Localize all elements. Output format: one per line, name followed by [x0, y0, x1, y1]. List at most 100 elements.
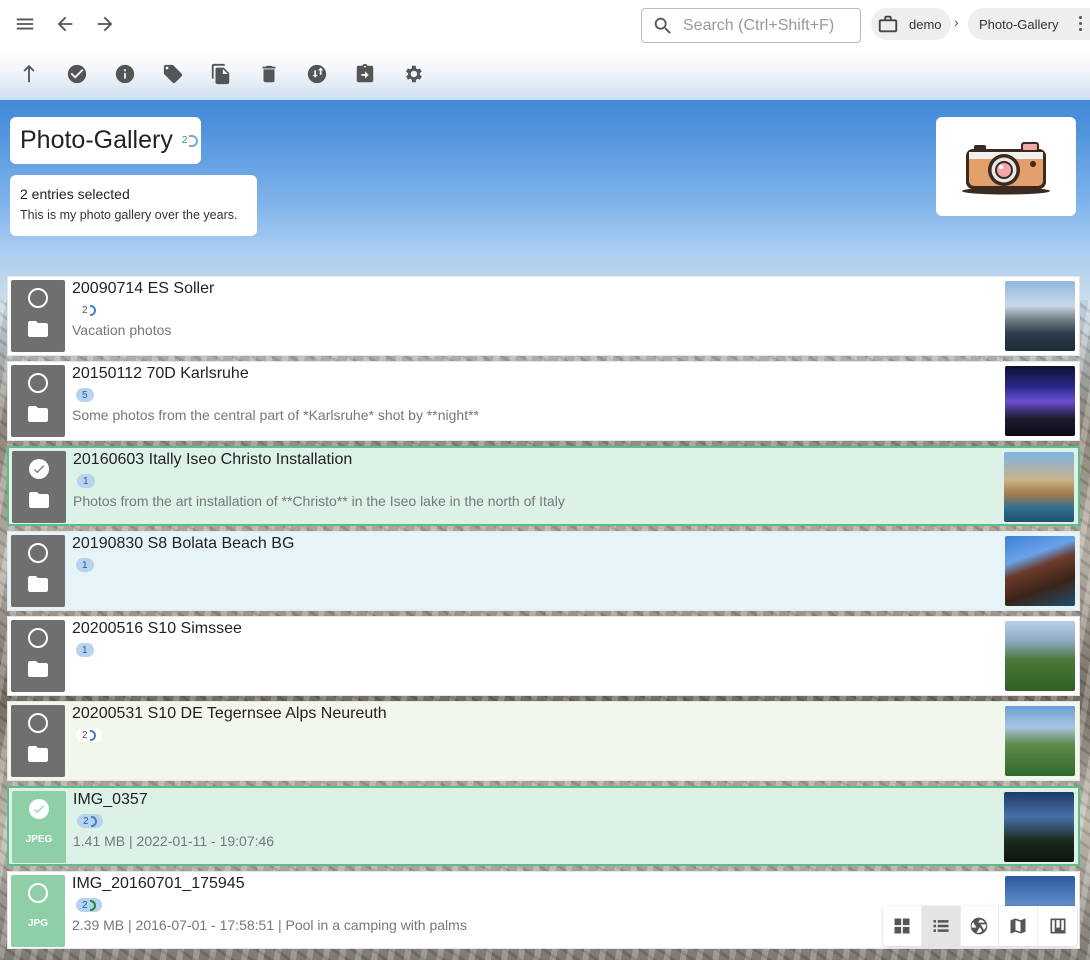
folder-icon: [28, 321, 48, 337]
item-thumbnail[interactable]: [1005, 536, 1075, 606]
gallery-cover[interactable]: [936, 117, 1076, 216]
item-count: 1: [82, 644, 88, 656]
title-count-badge: 2: [181, 134, 199, 147]
folder-row[interactable]: 20150112 70D Karlsruhe 5 Some photos from …: [7, 361, 1080, 441]
select-circle-icon[interactable]: [28, 543, 48, 563]
item-name[interactable]: 20160603 Itally Iseo Christo Installatio…: [73, 451, 352, 469]
file-row[interactable]: JPEG IMG_0357 2 1.41 MB | 2022-01-11 - 19:0…: [7, 786, 1080, 866]
item-count-badge: 2: [76, 728, 102, 742]
menu-icon[interactable]: [11, 10, 39, 38]
aperture-view-icon[interactable]: [961, 906, 1000, 946]
forward-arrow-icon[interactable]: [91, 10, 119, 38]
select-circle-icon[interactable]: [28, 288, 48, 308]
page-title: Photo-Gallery: [20, 126, 173, 154]
item-count: 1: [83, 475, 89, 487]
back-arrow-icon[interactable]: [51, 10, 79, 38]
item-count-badge: 5: [76, 388, 94, 402]
export-icon[interactable]: [351, 60, 379, 88]
item-subtitle: Photos from the art installation of **Ch…: [73, 493, 565, 509]
item-name[interactable]: 20090714 ES Soller: [72, 280, 214, 298]
item-count-badge: 2: [76, 898, 102, 912]
item-count: 1: [82, 559, 88, 571]
item-count: 2: [82, 304, 88, 316]
item-thumbnail[interactable]: [1005, 706, 1075, 776]
kanban-view-icon[interactable]: [1038, 906, 1077, 946]
folder-row[interactable]: 20200531 S10 DE Tegernsee Alps Neureuth 2: [7, 701, 1080, 781]
item-thumbnail[interactable]: [1005, 281, 1075, 351]
select-all-icon[interactable]: [63, 60, 91, 88]
item-count-badge: 2: [77, 814, 103, 828]
item-name[interactable]: 20190830 S8 Bolata Beach BG: [72, 535, 294, 553]
select-circle-icon[interactable]: [28, 713, 48, 733]
briefcase-icon: [878, 15, 898, 33]
folder-tile[interactable]: [11, 365, 65, 437]
item-thumbnail[interactable]: [1005, 621, 1075, 691]
item-subtitle: 1.41 MB | 2022-01-11 - 19:07:46: [73, 833, 275, 849]
toolbar: [0, 50, 1090, 100]
parent-folder-icon[interactable]: [15, 60, 43, 88]
breadcrumb-current-label: Photo-Gallery: [979, 16, 1059, 32]
selection-count: 2 entries selected: [20, 186, 130, 202]
item-name[interactable]: 20150112 70D Karlsruhe: [72, 365, 249, 383]
breadcrumb-root-label: demo: [909, 16, 942, 32]
camera-icon: [962, 141, 1050, 194]
item-count-badge: 1: [76, 643, 94, 657]
file-type-tile[interactable]: JPG: [11, 875, 65, 947]
view-switch: [883, 906, 1077, 946]
folder-tile[interactable]: [11, 535, 65, 607]
folder-tile[interactable]: [11, 620, 65, 692]
select-circle-icon[interactable]: [28, 373, 48, 393]
top-bar: demo › Photo-Gallery: [0, 0, 1090, 50]
item-count: 2: [82, 899, 88, 911]
item-count: 2: [82, 729, 88, 741]
file-type-tile[interactable]: JPEG: [12, 791, 66, 863]
copy-icon[interactable]: [207, 60, 235, 88]
search-box[interactable]: [641, 8, 861, 43]
select-circle-icon[interactable]: [28, 628, 48, 648]
folder-row[interactable]: 20190830 S8 Bolata Beach BG 1: [7, 531, 1080, 611]
title-count: 2: [181, 135, 188, 146]
file-extension-label: JPG: [27, 918, 48, 929]
item-subtitle: 2.39 MB | 2016-07-01 - 17:58:51 | Pool i…: [72, 917, 467, 933]
item-thumbnail[interactable]: [1004, 452, 1074, 522]
breadcrumb-root[interactable]: demo: [871, 8, 951, 40]
settings-icon[interactable]: [399, 60, 427, 88]
folder-tile[interactable]: [12, 451, 66, 523]
folder-tile[interactable]: [11, 280, 65, 352]
item-name[interactable]: IMG_0357: [73, 791, 148, 809]
item-subtitle: Some photos from the central part of *Ka…: [72, 407, 479, 423]
breadcrumb-current[interactable]: Photo-Gallery: [968, 8, 1090, 40]
breadcrumb-separator: ›: [954, 14, 959, 30]
info-icon[interactable]: [111, 60, 139, 88]
checked-circle-icon[interactable]: [29, 459, 49, 479]
tag-icon[interactable]: [159, 60, 187, 88]
item-thumbnail[interactable]: [1005, 366, 1075, 436]
item-name[interactable]: 20200516 S10 Simssee: [72, 620, 242, 638]
item-thumbnail[interactable]: [1004, 792, 1074, 862]
map-view-icon[interactable]: [999, 906, 1039, 946]
folder-icon: [28, 576, 48, 592]
delete-icon[interactable]: [255, 60, 283, 88]
sync-icon[interactable]: [303, 60, 331, 88]
folder-icon: [28, 661, 48, 677]
checked-circle-icon[interactable]: [29, 799, 49, 819]
item-count-badge: 1: [77, 474, 95, 488]
search-input[interactable]: [683, 16, 853, 35]
select-circle-icon[interactable]: [28, 883, 48, 903]
gallery-description: This is my photo gallery over the years.: [20, 208, 238, 222]
moon-icon: [89, 729, 96, 741]
folder-row[interactable]: 20090714 ES Soller 2 Vacation photos: [7, 276, 1080, 356]
folder-row[interactable]: 20200516 S10 Simssee 1: [7, 616, 1080, 696]
item-name[interactable]: IMG_20160701_175945: [72, 875, 245, 893]
folder-icon: [28, 406, 48, 422]
folder-row[interactable]: 20160603 Itally Iseo Christo Installatio…: [7, 446, 1080, 526]
folder-icon: [29, 492, 49, 508]
gallery-title-card: Photo-Gallery 2: [10, 117, 201, 164]
list-view-icon[interactable]: [921, 906, 961, 946]
more-vert-icon[interactable]: [1079, 16, 1082, 31]
moon-icon: [189, 134, 199, 147]
moon-icon: [89, 899, 96, 911]
grid-view-icon[interactable]: [883, 906, 922, 946]
folder-tile[interactable]: [11, 705, 65, 777]
item-name[interactable]: 20200531 S10 DE Tegernsee Alps Neureuth: [72, 705, 387, 723]
